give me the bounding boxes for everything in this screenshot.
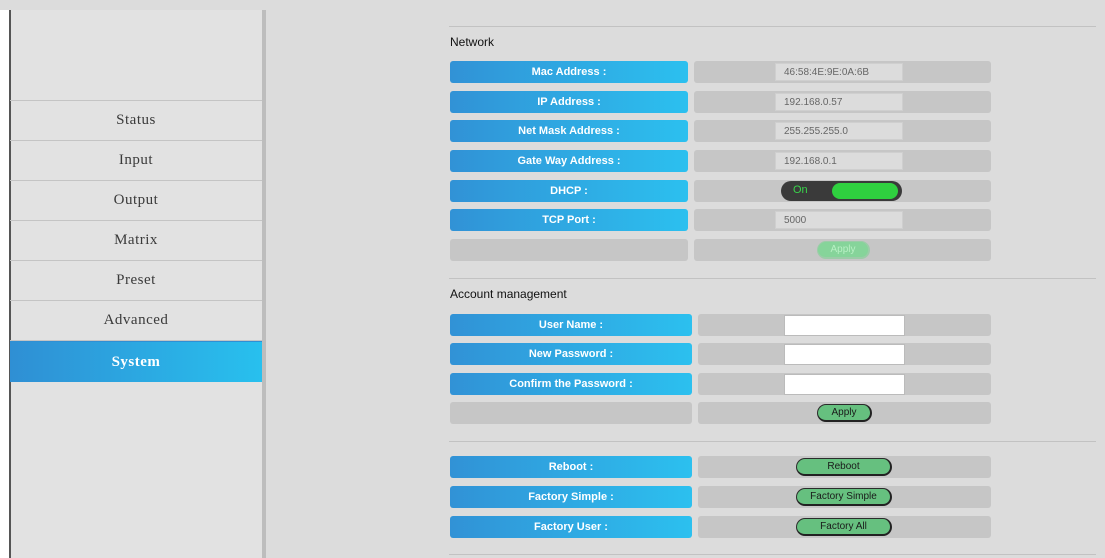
- new-password-label: New Password :: [450, 343, 692, 365]
- sidebar-item-status[interactable]: Status: [10, 100, 262, 140]
- confirm-password-input[interactable]: [784, 374, 905, 395]
- ip-address-label: IP Address :: [450, 91, 688, 113]
- section-title-account: Account management: [450, 287, 567, 301]
- tcp-port-label: TCP Port :: [450, 209, 688, 231]
- net-mask-label: Net Mask Address :: [450, 120, 688, 142]
- sidebar-item-output[interactable]: Output: [10, 180, 262, 220]
- dhcp-state-text: On: [793, 184, 808, 196]
- reboot-label: Reboot :: [450, 456, 692, 478]
- gateway-row: 192.168.0.1: [694, 150, 991, 172]
- divider: [449, 278, 1096, 279]
- net-mask-field[interactable]: 255.255.255.0: [775, 122, 903, 140]
- sidebar-item-preset[interactable]: Preset: [10, 260, 262, 300]
- gateway-field[interactable]: 192.168.0.1: [775, 152, 903, 170]
- divider: [449, 441, 1096, 442]
- empty-label-cell: [450, 239, 688, 261]
- factory-user-label: Factory User :: [450, 516, 692, 538]
- factory-all-button[interactable]: Factory All: [796, 518, 892, 536]
- confirm-password-row: [698, 373, 991, 395]
- new-password-input[interactable]: [784, 344, 905, 365]
- tcp-port-field[interactable]: 5000: [775, 211, 903, 229]
- account-apply-button[interactable]: Apply: [817, 404, 872, 422]
- sidebar-item-matrix[interactable]: Matrix: [10, 220, 262, 260]
- sidebar-nav: Status Input Output Matrix Preset Advanc…: [10, 100, 262, 382]
- section-title-network: Network: [450, 35, 495, 49]
- main-content: Network Mac Address : 46:58:4E:9E:0A:6B …: [266, 10, 1105, 558]
- reboot-button[interactable]: Reboot: [796, 458, 892, 476]
- mac-address-field[interactable]: 46:58:4E:9E:0A:6B: [775, 63, 903, 81]
- dhcp-toggle[interactable]: On: [781, 181, 902, 201]
- tcp-port-row: 5000: [694, 209, 991, 231]
- mac-address-label: Mac Address :: [450, 61, 688, 83]
- username-label: User Name :: [450, 314, 692, 336]
- username-row: [698, 314, 991, 336]
- new-password-row: [698, 343, 991, 365]
- divider: [449, 26, 1096, 27]
- empty-label-cell: [450, 402, 692, 424]
- divider: [449, 554, 1096, 555]
- mac-address-row: 46:58:4E:9E:0A:6B: [694, 61, 991, 83]
- factory-user-row: Factory All: [698, 516, 991, 538]
- dhcp-label: DHCP :: [450, 180, 688, 202]
- username-input[interactable]: [784, 315, 905, 336]
- reboot-row: Reboot: [698, 456, 991, 478]
- toggle-knob: [832, 183, 898, 199]
- sidebar-item-advanced[interactable]: Advanced: [10, 300, 262, 341]
- net-mask-row: 255.255.255.0: [694, 120, 991, 142]
- ip-address-field[interactable]: 192.168.0.57: [775, 93, 903, 111]
- sidebar-item-input[interactable]: Input: [10, 140, 262, 180]
- network-apply-row: Apply: [694, 239, 991, 261]
- gateway-label: Gate Way Address :: [450, 150, 688, 172]
- dhcp-row: On: [694, 180, 991, 202]
- factory-simple-label: Factory Simple :: [450, 486, 692, 508]
- sidebar-item-system[interactable]: System: [10, 341, 262, 382]
- confirm-password-label: Confirm the Password :: [450, 373, 692, 395]
- ip-address-row: 192.168.0.57: [694, 91, 991, 113]
- account-apply-row: Apply: [698, 402, 991, 424]
- network-apply-button[interactable]: Apply: [817, 241, 870, 259]
- factory-simple-row: Factory Simple: [698, 486, 991, 508]
- factory-simple-button[interactable]: Factory Simple: [796, 488, 892, 506]
